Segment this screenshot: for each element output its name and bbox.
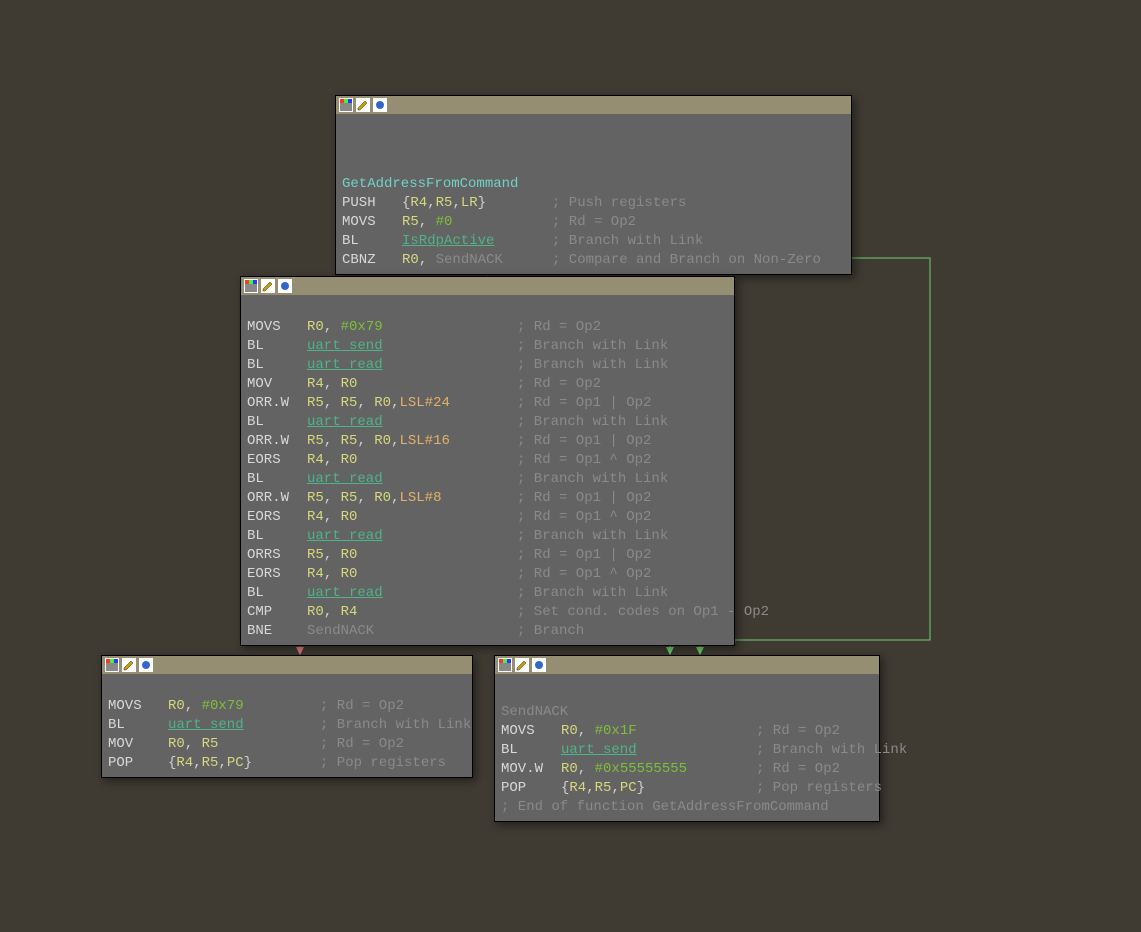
call-uart-read[interactable]: uart_read bbox=[307, 357, 383, 373]
call-uart-send[interactable]: uart_send bbox=[561, 742, 637, 758]
node-titlebar bbox=[102, 656, 472, 674]
cfg-node-entry[interactable]: GetAddressFromCommand PUSH{R4,R5,LR}; Pu… bbox=[335, 95, 852, 275]
edit-icon[interactable] bbox=[261, 279, 275, 293]
breakpoint-icon[interactable] bbox=[373, 98, 387, 112]
node-titlebar bbox=[336, 96, 851, 114]
node-titlebar bbox=[495, 656, 879, 674]
cfg-node-main[interactable]: MOVSR0, #0x79; Rd = Op2 BLuart_send; Bra… bbox=[240, 276, 735, 646]
call-uart-read[interactable]: uart_read bbox=[307, 528, 383, 544]
block-label: SendNACK bbox=[501, 704, 568, 720]
call-isrdpactive[interactable]: IsRdpActive bbox=[402, 233, 494, 249]
disassembly-body: MOVSR0, #0x79; Rd = Op2 BLuart_send; Bra… bbox=[102, 674, 472, 777]
disassembly-body: SendNACK MOVSR0, #0x1F; Rd = Op2 BLuart_… bbox=[495, 674, 879, 821]
color-icon[interactable] bbox=[105, 658, 119, 672]
cfg-node-sendnack[interactable]: SendNACK MOVSR0, #0x1F; Rd = Op2 BLuart_… bbox=[494, 655, 880, 822]
edit-icon[interactable] bbox=[515, 658, 529, 672]
color-icon[interactable] bbox=[244, 279, 258, 293]
edit-icon[interactable] bbox=[356, 98, 370, 112]
color-icon[interactable] bbox=[339, 98, 353, 112]
call-uart-read[interactable]: uart_read bbox=[307, 585, 383, 601]
function-label: GetAddressFromCommand bbox=[342, 176, 518, 192]
call-uart-send[interactable]: uart_send bbox=[307, 338, 383, 354]
node-titlebar bbox=[241, 277, 734, 295]
disassembly-body: MOVSR0, #0x79; Rd = Op2 BLuart_send; Bra… bbox=[241, 295, 734, 645]
call-uart-read[interactable]: uart_read bbox=[307, 414, 383, 430]
call-uart-send[interactable]: uart_send bbox=[168, 717, 244, 733]
call-uart-read[interactable]: uart_read bbox=[307, 471, 383, 487]
cfg-node-success[interactable]: MOVSR0, #0x79; Rd = Op2 BLuart_send; Bra… bbox=[101, 655, 473, 778]
breakpoint-icon[interactable] bbox=[278, 279, 292, 293]
breakpoint-icon[interactable] bbox=[532, 658, 546, 672]
disassembly-body: GetAddressFromCommand PUSH{R4,R5,LR}; Pu… bbox=[336, 114, 851, 274]
breakpoint-icon[interactable] bbox=[139, 658, 153, 672]
edit-icon[interactable] bbox=[122, 658, 136, 672]
color-icon[interactable] bbox=[498, 658, 512, 672]
